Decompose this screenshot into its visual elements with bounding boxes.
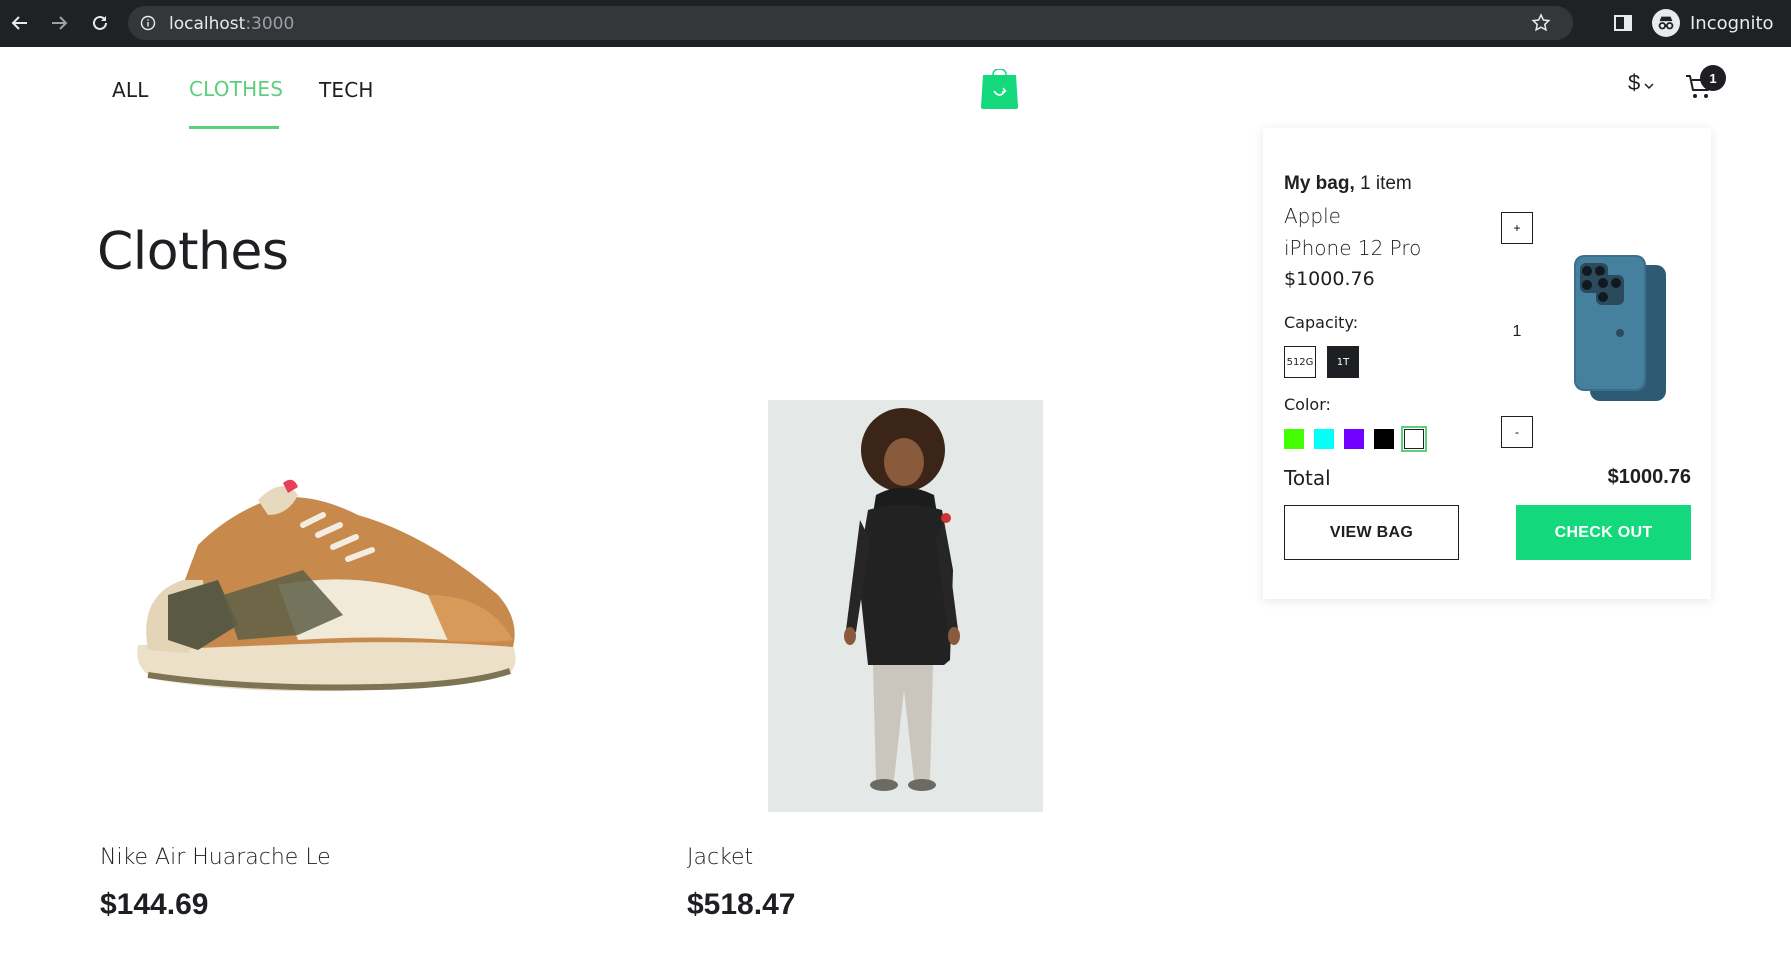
currency-symbol: $	[1628, 70, 1641, 95]
mini-cart-title: My bag, 1 item	[1284, 173, 1412, 194]
color-swatch-white[interactable]	[1401, 426, 1427, 452]
site-info-icon[interactable]	[140, 15, 156, 31]
incognito-label: Incognito	[1690, 12, 1774, 34]
decrease-quantity-button[interactable]: -	[1501, 416, 1533, 448]
increase-quantity-button[interactable]: +	[1501, 212, 1533, 244]
cart-item-brand: Apple	[1284, 204, 1341, 228]
nav-category-clothes[interactable]: CLOTHES	[189, 77, 283, 101]
side-panel-icon[interactable]	[1613, 13, 1633, 33]
quantity-value: 1	[1512, 323, 1522, 340]
forward-arrow-icon[interactable]	[47, 11, 71, 35]
checkout-button[interactable]: CHECK OUT	[1516, 505, 1691, 560]
product-price: $144.69	[100, 888, 209, 921]
incognito-icon	[1652, 9, 1680, 37]
color-label: Color:	[1284, 395, 1331, 414]
cart-count-badge[interactable]: 1	[1700, 65, 1726, 91]
bookmark-star-icon[interactable]	[1531, 13, 1551, 33]
product-name[interactable]: Nike Air Huarache Le	[100, 845, 331, 870]
store-logo-icon[interactable]	[980, 69, 1019, 109]
cart-item-price: $1000.76	[1284, 268, 1375, 290]
cart-item-name: iPhone 12 Pro	[1284, 236, 1422, 260]
capacity-option-1t[interactable]: 1T	[1327, 346, 1359, 378]
jacket-image[interactable]	[768, 400, 1043, 812]
reload-icon[interactable]	[88, 11, 112, 35]
capacity-option-512g[interactable]: 512G	[1284, 346, 1316, 378]
total-value: $1000.76	[1607, 466, 1691, 488]
cart-item-image	[1574, 255, 1666, 401]
capacity-label: Capacity:	[1284, 313, 1359, 332]
total-label: Total	[1284, 466, 1331, 490]
color-swatch-black[interactable]	[1374, 429, 1394, 449]
currency-switcher[interactable]: $	[1628, 70, 1654, 96]
address-bar[interactable]: localhost:3000	[128, 6, 1573, 40]
incognito-indicator[interactable]: Incognito	[1652, 7, 1774, 39]
view-bag-button[interactable]: VIEW BAG	[1284, 505, 1459, 560]
product-price: $518.47	[687, 888, 796, 921]
url-text: localhost:3000	[169, 14, 295, 34]
page-title: Clothes	[97, 222, 289, 282]
sneaker-image[interactable]	[128, 475, 518, 705]
nav-category-all[interactable]: ALL	[112, 78, 149, 102]
chevron-down-icon	[1644, 83, 1654, 90]
product-name[interactable]: Jacket	[687, 845, 753, 870]
color-swatch-green[interactable]	[1284, 429, 1304, 449]
color-swatch-cyan[interactable]	[1314, 429, 1334, 449]
nav-category-tech[interactable]: TECH	[319, 78, 374, 102]
color-swatch-purple[interactable]	[1344, 429, 1364, 449]
back-arrow-icon[interactable]	[8, 11, 32, 35]
browser-toolbar: localhost:3000 Incognito	[0, 0, 1791, 47]
active-category-underline	[189, 126, 279, 129]
mini-cart-overlay: My bag, 1 item Apple iPhone 12 Pro $1000…	[1263, 128, 1711, 599]
